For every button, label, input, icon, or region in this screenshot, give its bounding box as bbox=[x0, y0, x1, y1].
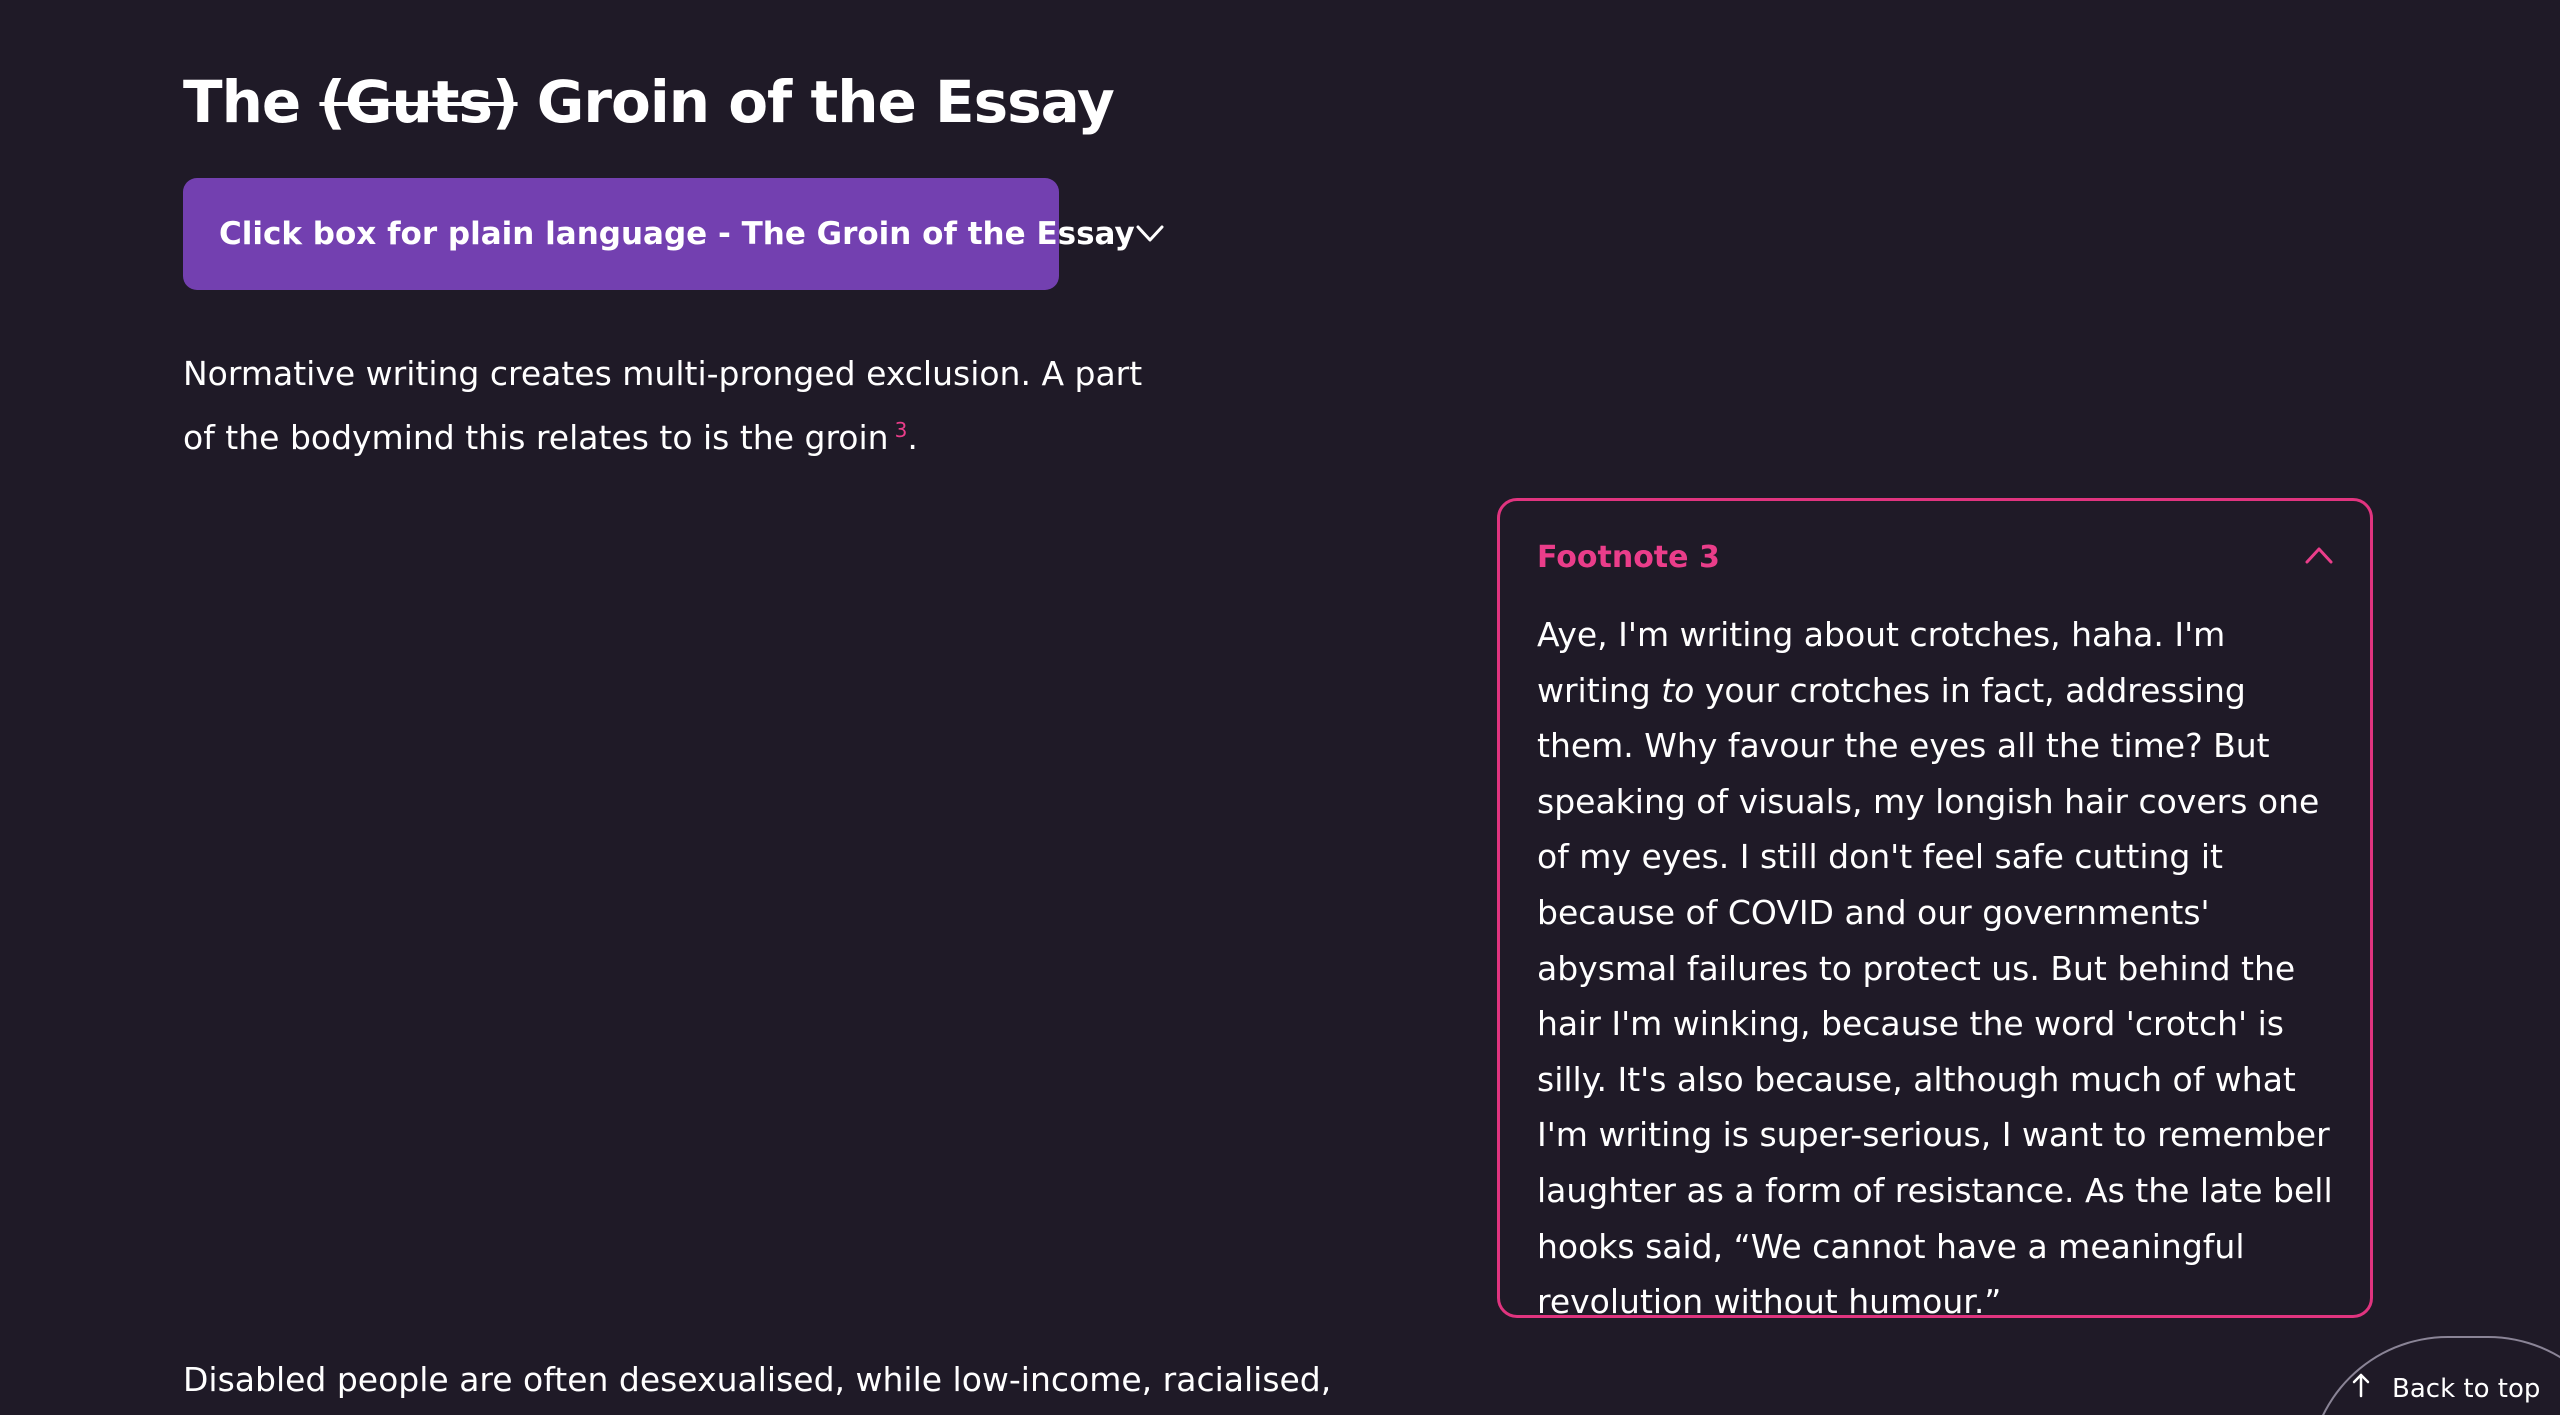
chevron-up-icon[interactable] bbox=[2304, 545, 2334, 569]
footnote-body: Aye, I'm writing about crotches, haha. I… bbox=[1537, 607, 2334, 1330]
chevron-down-icon bbox=[1135, 216, 1165, 252]
footnote-3-panel: Footnote 3 Aye, I'm writing about crotch… bbox=[1497, 498, 2373, 1321]
intro-paragraph-end: . bbox=[907, 418, 918, 457]
back-to-top-content: Back to top bbox=[2352, 1372, 2540, 1405]
title-suffix: Groin of the Essay bbox=[536, 68, 1115, 136]
plain-language-toggle-button[interactable]: Click box for plain language - The Groin… bbox=[183, 178, 1164, 290]
footnote-text-rest: your crotches in fact, addressing them. … bbox=[1537, 670, 2333, 1322]
body-paragraph: Disabled people are often desexualised, … bbox=[183, 1360, 1332, 1399]
page-title: The (Guts) Groin of the Essay bbox=[183, 62, 1115, 142]
title-struck-word: (Guts) bbox=[319, 68, 518, 136]
plain-language-label: Click box for plain language - The Groin… bbox=[219, 216, 1135, 252]
back-to-top-label: Back to top bbox=[2392, 1373, 2541, 1404]
footnote-italic-word: to bbox=[1661, 670, 1695, 710]
intro-paragraph: Normative writing creates multi-pronged … bbox=[183, 346, 1183, 466]
back-to-top-button[interactable]: Back to top bbox=[2308, 1336, 2560, 1415]
intro-paragraph-text: Normative writing creates multi-pronged … bbox=[183, 354, 1143, 457]
footnote-title: Footnote 3 bbox=[1537, 539, 1720, 575]
title-prefix: The bbox=[183, 68, 301, 136]
footnote-3-link[interactable]: 3 bbox=[895, 418, 908, 442]
footnote-3-header[interactable]: Footnote 3 bbox=[1537, 535, 2334, 579]
arrow-up-icon bbox=[2352, 1372, 2370, 1405]
essay-page: The (Guts) Groin of the Essay Click box … bbox=[0, 0, 2560, 1415]
